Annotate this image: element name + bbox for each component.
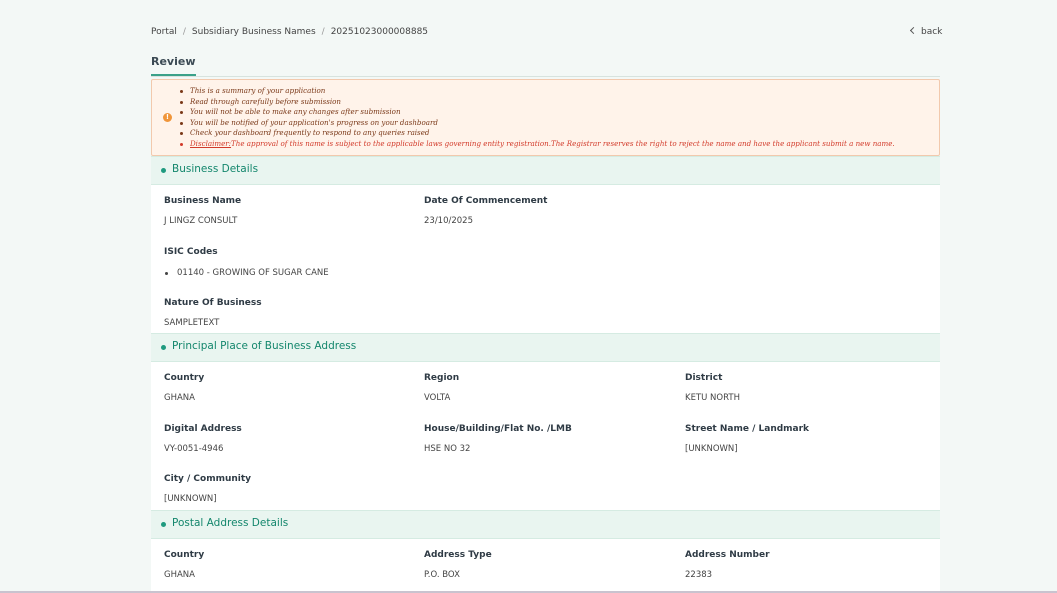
field-value: P.O. BOX [424, 570, 460, 580]
field-value: HSE NO 32 [424, 444, 471, 454]
review-panel: Business Details Business Name J LINGZ C… [151, 156, 940, 593]
field-label: City / Community [164, 474, 252, 484]
field-label: Date Of Commencement [424, 196, 548, 206]
breadcrumb-portal[interactable]: Portal [151, 27, 177, 37]
field-label: ISIC Codes [164, 247, 218, 257]
field-value: [UNKNOWN] [685, 444, 738, 454]
field-label: Street Name / Landmark [685, 424, 810, 434]
date-of-commencement-field: Date Of Commencement 23/10/2025 [424, 196, 547, 226]
field-label: Address Number [685, 550, 770, 560]
notice-item: Check your dashboard frequently to respo… [180, 128, 895, 139]
breadcrumb-separator: / [321, 27, 325, 37]
isic-codes-field: ISIC Codes 01140 - GROWING OF SUGAR CANE [164, 247, 329, 278]
field-value: J LINGZ CONSULT [164, 216, 238, 226]
digital-address-field: Digital Address VY-0051-4946 [164, 424, 242, 454]
chevron-left-icon [909, 26, 918, 35]
section-title: Business Details [172, 163, 259, 175]
info-notice: ! This is a summary of your application … [151, 79, 940, 156]
field-value: GHANA [164, 393, 195, 403]
field-label: District [685, 373, 723, 383]
tab-review[interactable]: Review [151, 55, 196, 76]
business-details-header: Business Details [151, 156, 940, 185]
field-value: VY-0051-4946 [164, 444, 224, 454]
disclaimer-label: Disclaimer: [190, 138, 232, 148]
section-dot [161, 168, 166, 173]
postal-country-field: Country GHANA [164, 550, 204, 580]
city-community-field: City / Community [UNKNOWN] [164, 474, 251, 504]
field-label: House/Building/Flat No. /LMB [424, 424, 572, 434]
field-value: GHANA [164, 570, 195, 580]
section-title: Principal Place of Business Address [172, 340, 357, 352]
principal-address-header: Principal Place of Business Address [151, 333, 940, 362]
field-value: KETU NORTH [685, 393, 740, 403]
breadcrumb-separator: / [182, 27, 186, 37]
section-title: Postal Address Details [172, 517, 289, 529]
disclaimer-text: The approval of this name is subject to … [231, 138, 895, 148]
field-label: Country [164, 373, 205, 383]
notice-item: Read through carefully before submission [180, 97, 895, 108]
region-field: Region VOLTA [424, 373, 459, 403]
notice-item: You will not be able to make any changes… [180, 107, 895, 118]
field-label: Business Name [164, 196, 242, 206]
street-name-field: Street Name / Landmark [UNKNOWN] [685, 424, 809, 454]
postal-address-header: Postal Address Details [151, 510, 940, 539]
notice-item: You will be notified of your application… [180, 118, 895, 129]
section-dot [161, 345, 166, 350]
back-label: back [921, 27, 943, 37]
address-number-field: Address Number 22383 [685, 550, 770, 580]
field-label: Nature Of Business [164, 298, 262, 308]
district-field: District KETU NORTH [685, 373, 740, 403]
back-link[interactable]: back [909, 26, 943, 37]
field-label: Region [424, 373, 460, 383]
country-field: Country GHANA [164, 373, 204, 403]
business-name-field: Business Name J LINGZ CONSULT [164, 196, 241, 226]
section-dot [161, 522, 166, 527]
field-value: 23/10/2025 [424, 216, 473, 226]
tab-bar: Review [151, 52, 940, 77]
field-label: Country [164, 550, 205, 560]
field-label: Address Type [424, 550, 492, 560]
address-type-field: Address Type P.O. BOX [424, 550, 492, 580]
house-number-field: House/Building/Flat No. /LMB HSE NO 32 [424, 424, 572, 454]
field-value: [UNKNOWN] [164, 494, 217, 504]
field-value: VOLTA [424, 393, 451, 403]
notice-item: This is a summary of your application [180, 86, 895, 97]
warning-icon: ! [163, 113, 172, 122]
disclaimer-item: Disclaimer:The approval of this name is … [180, 139, 895, 150]
isic-code-item: 01140 - GROWING OF SUGAR CANE [164, 268, 329, 278]
nature-of-business-field: Nature Of Business SAMPLETEXT [164, 298, 262, 328]
breadcrumb-application-id: 20251023000008885 [330, 27, 429, 37]
breadcrumb: Portal / Subsidiary Business Names / 2025102… [151, 27, 428, 37]
field-value: 22383 [685, 570, 713, 580]
notice-list: This is a summary of your application Re… [180, 86, 895, 149]
field-value: SAMPLETEXT [164, 318, 220, 328]
breadcrumb-subsidiary-business-names[interactable]: Subsidiary Business Names [192, 27, 316, 37]
field-label: Digital Address [164, 424, 242, 434]
